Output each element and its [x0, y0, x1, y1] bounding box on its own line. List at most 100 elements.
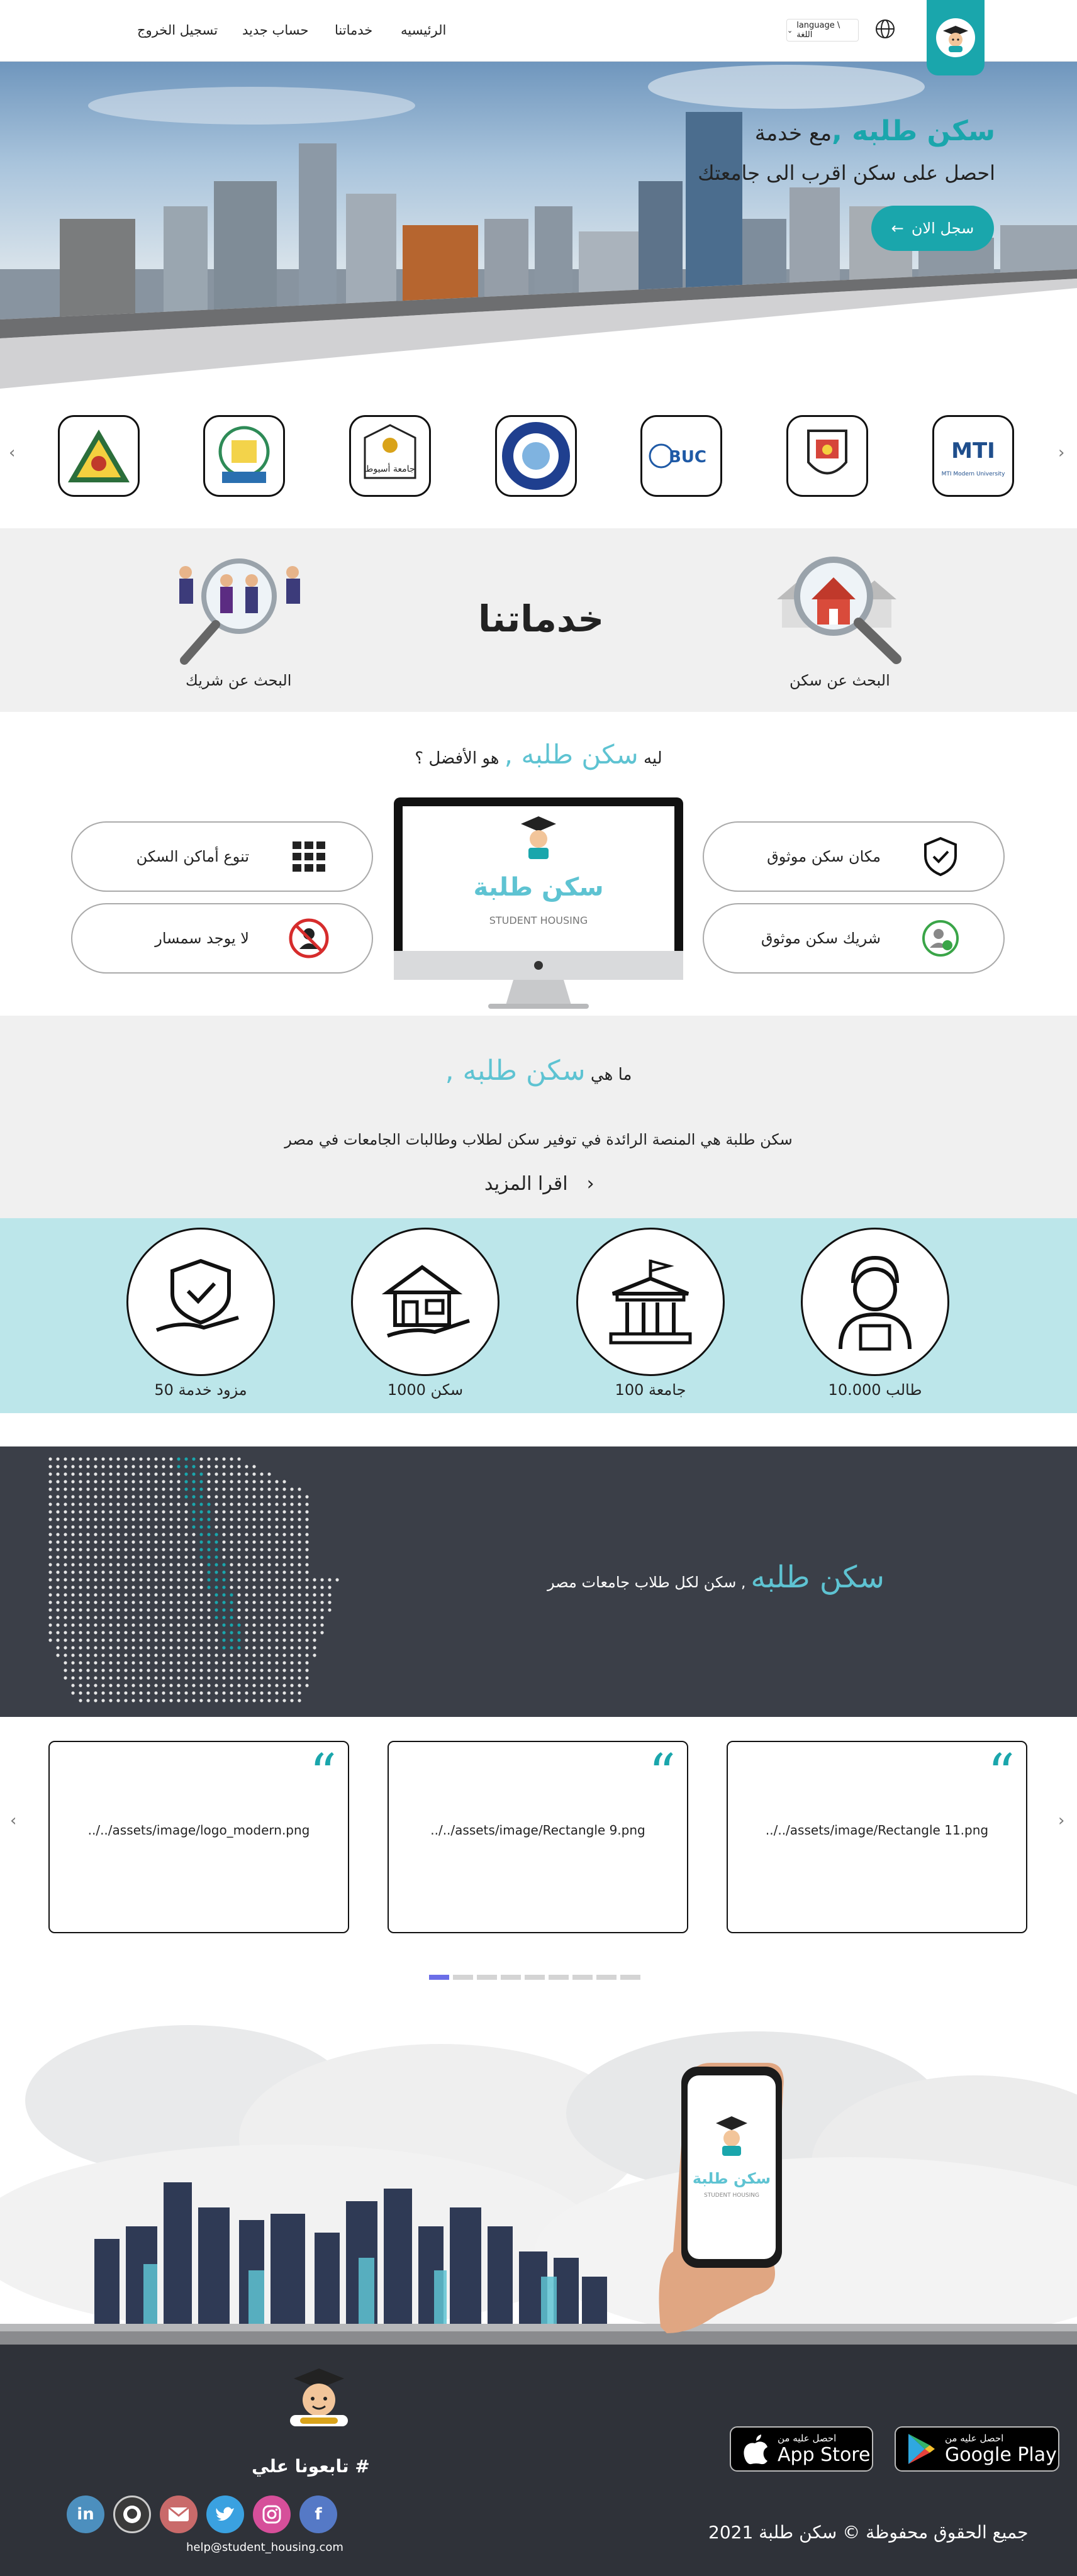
map-dot [86, 1646, 90, 1650]
feature-label: شريك سكن موثوق [761, 930, 881, 947]
map-dot [116, 1472, 120, 1476]
map-dot [101, 1457, 105, 1461]
pagination-dot[interactable] [596, 1975, 617, 1980]
map-dot [267, 1676, 271, 1680]
university-logo-7[interactable] [58, 415, 140, 497]
map-dot [139, 1691, 143, 1695]
what-heading: ما هي سكن طلبه , [0, 1055, 1077, 1087]
map-dot [71, 1623, 75, 1627]
map-dot [275, 1631, 279, 1635]
map-dot [86, 1465, 90, 1468]
map-dot [154, 1495, 158, 1499]
read-more-label: اقرا المزيد [484, 1173, 568, 1195]
support-email[interactable]: help@student_housing.com [186, 2541, 343, 2554]
map-dot [245, 1540, 248, 1544]
university-logo-mti[interactable]: MTI MTI Modern University [932, 415, 1014, 497]
map-dot [162, 1570, 165, 1574]
university-logo-assiut[interactable]: جامعة أسيوط [349, 415, 431, 497]
map-dot [267, 1578, 271, 1582]
map-dot [169, 1593, 173, 1597]
map-dot [260, 1487, 264, 1491]
map-dot [222, 1684, 226, 1687]
map-dot [139, 1555, 143, 1559]
university-logo-6[interactable] [203, 415, 285, 497]
map-dot [48, 1623, 52, 1627]
map-dot [230, 1570, 233, 1574]
map-dot [305, 1676, 309, 1680]
map-dot [305, 1684, 309, 1687]
pagination-dot-active[interactable] [429, 1975, 449, 1980]
facebook-icon[interactable]: f [299, 2496, 337, 2533]
email-icon[interactable] [160, 2496, 198, 2533]
pagination-dot[interactable] [501, 1975, 521, 1980]
nav-services[interactable]: خدماتنا [335, 23, 372, 38]
map-dot [48, 1518, 52, 1521]
testimonials-prev-arrow[interactable]: ‹ [10, 1811, 16, 1830]
university-logo-4[interactable] [495, 415, 577, 497]
partner-search-icon[interactable] [167, 546, 311, 668]
map-dot [237, 1616, 241, 1619]
map-dot [64, 1495, 67, 1499]
map-dot [147, 1601, 150, 1604]
nav-logout[interactable]: تسجيل الخروج [137, 23, 218, 38]
map-dot [86, 1585, 90, 1589]
quote-icon: “ [649, 1743, 676, 1804]
map-dot [79, 1578, 82, 1582]
github-icon[interactable] [113, 2496, 151, 2533]
site-logo[interactable] [927, 0, 985, 75]
map-dot [71, 1472, 75, 1476]
twitter-icon[interactable] [206, 2496, 244, 2533]
map-dot [154, 1472, 158, 1476]
map-dot [116, 1578, 120, 1582]
instagram-icon[interactable] [253, 2496, 291, 2533]
map-dot [94, 1585, 98, 1589]
map-dot [192, 1525, 196, 1529]
house-magnifier-icon[interactable] [764, 540, 909, 668]
pagination-dot[interactable] [453, 1975, 473, 1980]
globe-icon[interactable] [874, 18, 896, 42]
map-dot [230, 1502, 233, 1506]
map-dot [298, 1570, 301, 1574]
map-dot [79, 1601, 82, 1604]
university-logo-buc[interactable]: BUC [640, 415, 722, 497]
nav-home[interactable]: الرئيسيه [401, 23, 446, 38]
pagination-dot[interactable] [572, 1975, 593, 1980]
search-partner-label[interactable]: البحث عن شريك [186, 672, 291, 689]
map-dot [147, 1585, 150, 1589]
language-select[interactable]: ⌄ language \ اللغة [786, 19, 859, 42]
map-dot [177, 1699, 181, 1702]
map-brand: سكن طلبه [751, 1560, 885, 1595]
pagination-dot[interactable] [477, 1975, 497, 1980]
map-dot [184, 1540, 188, 1544]
university-logo-2[interactable] [786, 415, 868, 497]
map-dot [139, 1533, 143, 1536]
pagination-dot[interactable] [620, 1975, 640, 1980]
map-dot [169, 1623, 173, 1627]
testimonials-next-arrow[interactable]: › [1058, 1811, 1064, 1830]
footer-logo[interactable] [281, 2365, 357, 2434]
read-more-link[interactable]: اقرا المزيد › [484, 1173, 594, 1195]
carousel-next-arrow[interactable]: › [1058, 443, 1064, 462]
linkedin-icon[interactable]: in [67, 2496, 104, 2533]
search-housing-label[interactable]: البحث عن سكن [790, 672, 890, 689]
map-dot [147, 1472, 150, 1476]
map-dot [56, 1518, 60, 1521]
carousel-prev-arrow[interactable]: ‹ [9, 443, 15, 462]
pagination-dot[interactable] [549, 1975, 569, 1980]
map-dot [124, 1593, 128, 1597]
map-dot [222, 1631, 226, 1635]
map-dot [215, 1616, 218, 1619]
map-dot [101, 1578, 105, 1582]
register-now-button[interactable]: ← سجل الان [871, 206, 994, 251]
pagination-dot[interactable] [525, 1975, 545, 1980]
map-dot [169, 1616, 173, 1619]
map-dot [56, 1563, 60, 1567]
map-dot [101, 1525, 105, 1529]
google-play-badge[interactable]: احصل عليه من Google Play [895, 2426, 1059, 2472]
map-dot [86, 1668, 90, 1672]
housing-stat-icon [351, 1228, 499, 1376]
nav-register[interactable]: حساب جديد [242, 23, 308, 38]
app-store-badge[interactable]: احصل عليه من App Store [730, 2426, 873, 2472]
map-dot [109, 1578, 113, 1582]
map-dot [64, 1578, 67, 1582]
